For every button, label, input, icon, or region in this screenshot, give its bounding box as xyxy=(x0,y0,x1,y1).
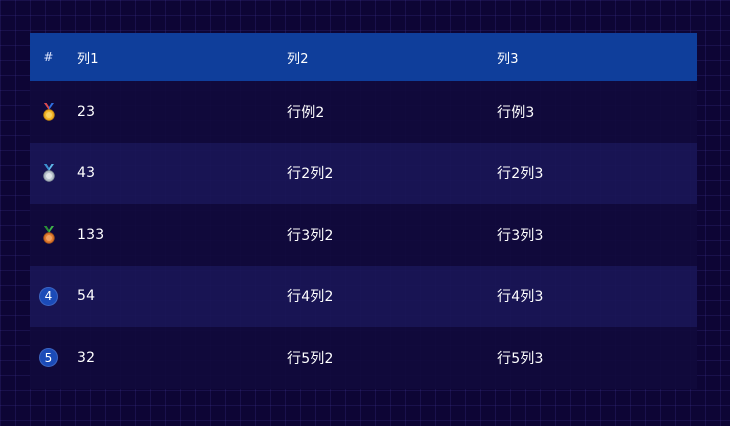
cell-col3: 行3列3 xyxy=(497,227,544,244)
silver-medal-icon xyxy=(42,164,55,182)
rank-badge: 4 xyxy=(39,286,58,306)
cell-col2: 行3列2 xyxy=(287,227,334,244)
table-row[interactable]: 4 54 行4列2 行4列3 xyxy=(30,265,697,327)
cell-col1: 54 xyxy=(77,288,96,305)
table-row[interactable]: 23 行例2 行例3 xyxy=(30,81,697,143)
cell-col3: 行例3 xyxy=(497,104,535,121)
rank-badge: 5 xyxy=(39,348,58,368)
ranking-table: # 列1 列2 列3 23 行例2 行例3 43 行2列2 行2列3 133 行… xyxy=(30,33,697,389)
bronze-medal-icon xyxy=(42,225,55,244)
table-header: # 列1 列2 列3 xyxy=(30,33,697,81)
cell-col1: 32 xyxy=(77,349,96,366)
cell-col1: 23 xyxy=(77,103,96,120)
cell-col1: 43 xyxy=(77,165,96,182)
cell-col3: 行4列3 xyxy=(497,289,544,306)
table-row[interactable]: 43 行2列2 行2列3 xyxy=(30,142,697,204)
gold-medal-icon xyxy=(42,102,55,121)
cell-col2: 行例2 xyxy=(287,104,325,121)
cell-col2: 行4列2 xyxy=(287,289,334,306)
table-row[interactable]: 133 行3列2 行3列3 xyxy=(30,204,697,266)
cell-col3: 行5列3 xyxy=(497,350,544,367)
cell-col2: 行2列2 xyxy=(287,166,334,183)
header-col2: 列2 xyxy=(287,51,309,67)
header-rank: # xyxy=(43,50,54,64)
cell-col1: 133 xyxy=(77,226,105,243)
cell-col3: 行2列3 xyxy=(497,166,544,183)
table-row[interactable]: 5 32 行5列2 行5列3 xyxy=(30,327,697,389)
header-col1: 列1 xyxy=(77,51,99,67)
header-col3: 列3 xyxy=(497,51,519,67)
cell-col2: 行5列2 xyxy=(287,350,334,367)
